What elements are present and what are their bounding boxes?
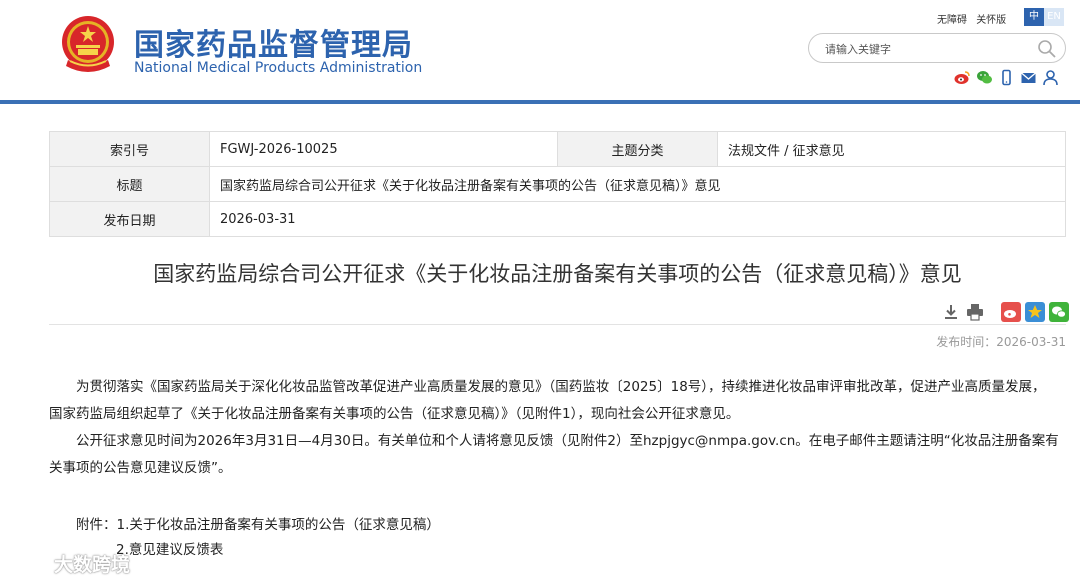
title-value: 国家药监局综合司公开征求《关于化妆品注册备案有关事项的公告（征求意见稿）》意见 [209, 166, 1066, 202]
date-label: 发布日期 [49, 201, 210, 237]
watermark-logo-icon [10, 554, 50, 571]
title-divider [49, 324, 1066, 325]
category-value: 法规文件 / 征求意见 [717, 131, 1066, 167]
mail-icon[interactable] [1020, 69, 1037, 86]
site-title-cn[interactable]: 国家药品监督管理局 [134, 20, 413, 64]
care-mode-link[interactable]: 关怀版 [976, 15, 1006, 26]
top-links: 无障碍 关怀版 [937, 11, 1012, 26]
article-title: 国家药监局综合司公开征求《关于化妆品注册备案有关事项的公告（征求意见稿）》意见 [153, 262, 962, 286]
user-icon[interactable] [1042, 69, 1059, 86]
paragraph-line: 关事项的公告意见建议反馈”。 [49, 460, 232, 476]
lang-en-button[interactable]: EN [1044, 8, 1064, 26]
mobile-icon[interactable] [998, 69, 1015, 86]
index-label: 索引号 [49, 131, 210, 167]
attachment-link-2[interactable]: 2.意见建议反馈表 [116, 537, 223, 564]
attachment-link-1[interactable]: 1.关于化妆品注册备案有关事项的公告（征求意见稿） [117, 517, 440, 533]
document-meta-table: 索引号 FGWJ-2026-10025 主题分类 法规文件 / 征求意见 标题 … [49, 131, 1066, 237]
article-paragraph-1: 为贯彻落实《国家药监局关于深化化妆品监管改革促进产业高质量发展的意见》（国药监妆… [49, 374, 1066, 428]
search-icon[interactable] [1037, 39, 1057, 59]
index-value: FGWJ-2026-10025 [209, 131, 558, 167]
category-label: 主题分类 [557, 131, 718, 167]
title-label: 标题 [49, 166, 210, 202]
lang-zh-button[interactable]: 中 [1024, 8, 1044, 26]
search-box [808, 33, 1066, 63]
attachment-label: 附件： [76, 517, 117, 533]
accessibility-link[interactable]: 无障碍 [937, 15, 967, 26]
paragraph-line: 为贯彻落实《国家药监局关于深化化妆品监管改革促进产业高质量发展的意见》（国药监妆… [76, 379, 1046, 395]
site-header: 国家药品监督管理局 National Medical Products Admi… [0, 0, 1080, 104]
header-divider [0, 100, 1080, 104]
weibo-icon[interactable] [954, 69, 971, 86]
table-row: 索引号 FGWJ-2026-10025 主题分类 法规文件 / 征求意见 [49, 131, 1066, 167]
wechat-icon[interactable] [976, 69, 993, 86]
share-weibo-icon[interactable] [1001, 302, 1021, 322]
download-icon[interactable] [941, 302, 961, 322]
site-title-en[interactable]: National Medical Products Administration [134, 60, 422, 76]
search-input[interactable] [825, 40, 1025, 58]
attachments: 附件：1.关于化妆品注册备案有关事项的公告（征求意见稿） [76, 512, 440, 539]
paragraph-line: 国家药监局组织起草了《关于化妆品注册备案有关事项的公告（征求意见稿）》（见附件1… [49, 406, 740, 422]
print-icon[interactable] [965, 302, 985, 322]
share-wechat-icon[interactable] [1049, 302, 1069, 322]
header-social-links [954, 69, 1059, 86]
language-switch: 中 EN [1024, 8, 1064, 26]
publish-time: 发布时间：2026-03-31 [936, 335, 1066, 349]
article-tools [941, 302, 1069, 322]
table-row: 标题 国家药监局综合司公开征求《关于化妆品注册备案有关事项的公告（征求意见稿）》… [49, 166, 1066, 202]
watermark-text: 大数跨境 [54, 554, 131, 576]
date-value: 2026-03-31 [209, 201, 1066, 237]
paragraph-line: 公开征求意见时间为2026年3月31日—4月30日。有关单位和个人请将意见反馈（… [76, 433, 1059, 449]
share-qzone-icon[interactable] [1025, 302, 1045, 322]
watermark: 大数跨境 [8, 550, 130, 577]
national-emblem-icon [62, 16, 114, 72]
table-row: 发布日期 2026-03-31 [49, 201, 1066, 237]
article-paragraph-2: 公开征求意见时间为2026年3月31日—4月30日。有关单位和个人请将意见反馈（… [49, 428, 1066, 482]
